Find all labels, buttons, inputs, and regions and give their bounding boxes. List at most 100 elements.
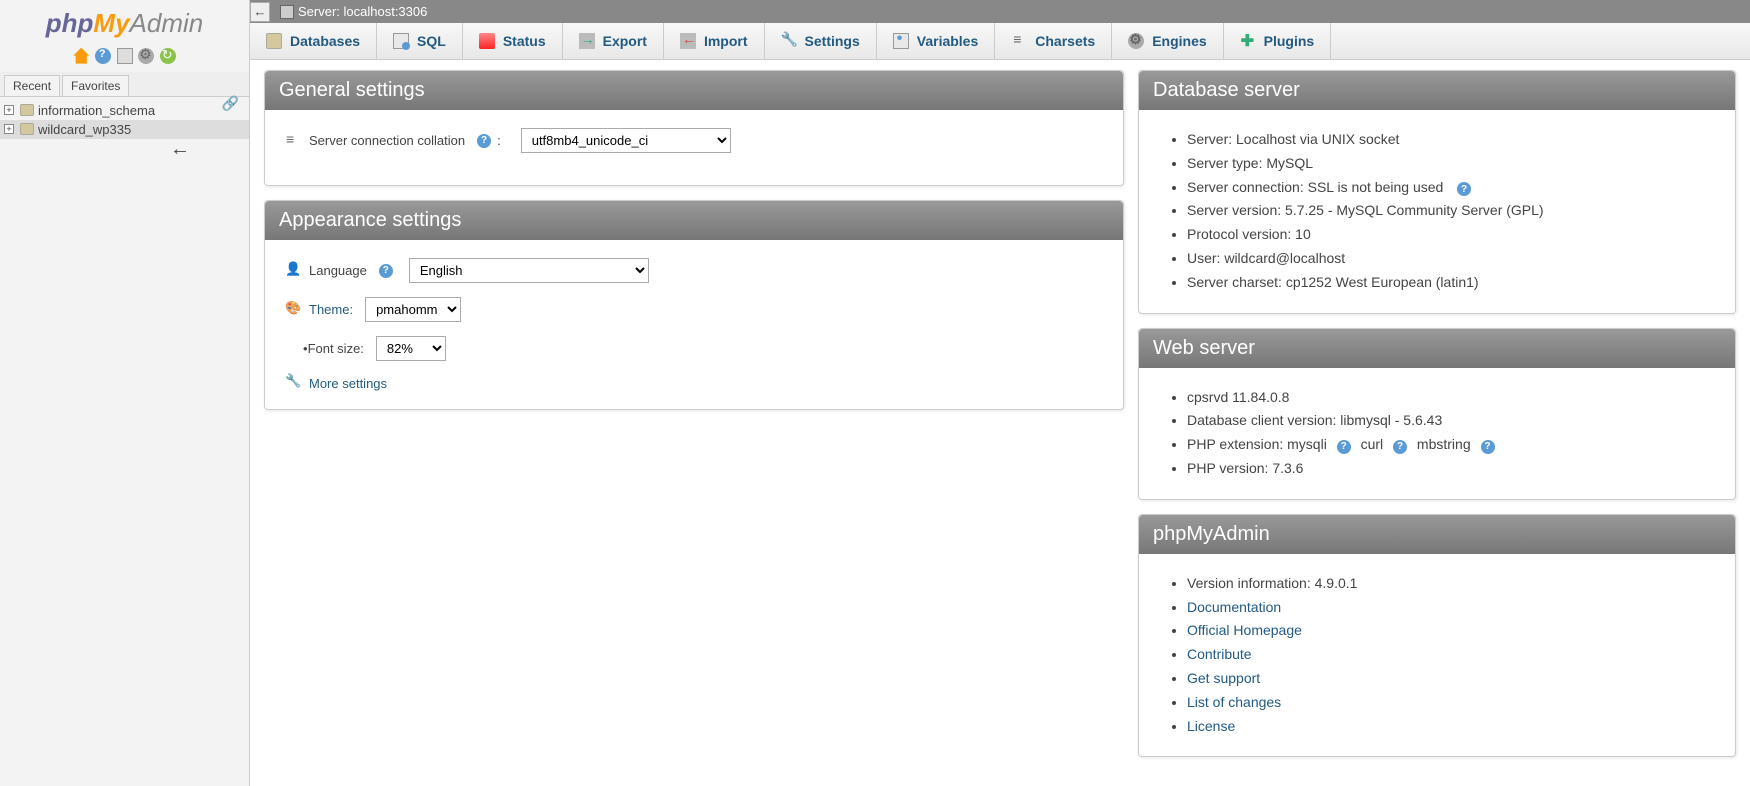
right-column: Database server Server: Localhost via UN…: [1138, 70, 1736, 771]
logo-admin: Admin: [130, 8, 204, 38]
nav-status[interactable]: Status: [463, 23, 563, 59]
nav-charsets[interactable]: Charsets: [995, 23, 1112, 59]
db-item-wildcard-wp335[interactable]: + wildcard_wp335: [0, 120, 249, 139]
sidebar: phpMyAdmin Recent Favorites 🔗 + informat…: [0, 0, 250, 786]
expand-icon[interactable]: +: [4, 124, 14, 134]
fontsize-select[interactable]: 82%: [376, 336, 446, 361]
nav-sql[interactable]: SQL: [377, 23, 463, 59]
info-item: Contribute: [1187, 643, 1715, 667]
main: ← Server: localhost:3306 Databases SQL S…: [250, 0, 1750, 786]
gear-icon: [1128, 33, 1144, 49]
info-item: Protocol version: 10: [1187, 223, 1715, 247]
export-icon: [579, 33, 595, 49]
theme-label[interactable]: Theme:: [309, 302, 353, 317]
nav-export[interactable]: Export: [563, 23, 664, 59]
help-icon[interactable]: ?: [1337, 440, 1351, 454]
db-label: information_schema: [38, 103, 155, 118]
info-item: Database client version: libmysql - 5.6.…: [1187, 409, 1715, 433]
homepage-link[interactable]: Official Homepage: [1187, 622, 1302, 638]
database-icon: [20, 104, 34, 116]
info-item: Server version: 5.7.25 - MySQL Community…: [1187, 199, 1715, 223]
info-item: List of changes: [1187, 691, 1715, 715]
help-icon[interactable]: ?: [379, 264, 393, 278]
collation-row: Server connection collation ?: utf8mb4_u…: [285, 128, 1103, 153]
info-item: Documentation: [1187, 596, 1715, 620]
variables-icon: [893, 33, 909, 49]
help-icon[interactable]: [95, 48, 111, 64]
reload-icon[interactable]: [160, 48, 176, 64]
info-item: cpsrvd 11.84.0.8: [1187, 386, 1715, 410]
charsets-icon: [1011, 33, 1027, 49]
sql-doc-icon[interactable]: [117, 48, 133, 64]
language-label: Language: [309, 263, 367, 278]
palette-icon: [285, 302, 301, 318]
logo-php: php: [46, 8, 94, 38]
panel-title: Web server: [1139, 329, 1735, 368]
breadcrumb-label: Server: localhost:3306: [298, 4, 427, 19]
info-item: PHP version: 7.3.6: [1187, 457, 1715, 481]
web-server-panel: Web server cpsrvd 11.84.0.8 Database cli…: [1138, 328, 1736, 500]
support-link[interactable]: Get support: [1187, 670, 1260, 686]
wrench-icon: [285, 375, 301, 391]
arrow-annotation-icon: ←: [170, 138, 190, 161]
nav-databases[interactable]: Databases: [250, 23, 377, 59]
general-settings-panel: General settings Server connection colla…: [264, 70, 1124, 186]
home-icon[interactable]: [73, 48, 89, 64]
collation-label: Server connection collation: [309, 133, 465, 148]
changes-link[interactable]: List of changes: [1187, 694, 1281, 710]
import-icon: [680, 33, 696, 49]
nav-plugins[interactable]: Plugins: [1224, 23, 1332, 59]
collation-select[interactable]: utf8mb4_unicode_ci: [521, 128, 731, 153]
expand-icon[interactable]: +: [4, 105, 14, 115]
phpmyadmin-panel: phpMyAdmin Version information: 4.9.0.1 …: [1138, 514, 1736, 758]
logo[interactable]: phpMyAdmin: [0, 0, 249, 43]
more-settings-link[interactable]: More settings: [285, 375, 1103, 391]
sql-icon: [393, 33, 409, 49]
help-icon[interactable]: ?: [1457, 182, 1471, 196]
database-icon: [266, 33, 282, 49]
database-list: + information_schema + wildcard_wp335: [0, 97, 249, 143]
contribute-link[interactable]: Contribute: [1187, 646, 1252, 662]
documentation-link[interactable]: Documentation: [1187, 599, 1281, 615]
appearance-settings-panel: Appearance settings Language ? English T…: [264, 200, 1124, 410]
lines-icon: [285, 133, 301, 149]
sidebar-collapse-button[interactable]: ←: [250, 2, 270, 22]
language-row: Language ? English: [285, 258, 1103, 283]
language-select[interactable]: English: [409, 258, 649, 283]
panel-title: General settings: [265, 71, 1123, 110]
db-item-information-schema[interactable]: + information_schema: [0, 101, 249, 120]
theme-row: Theme: pmahomme: [285, 297, 1103, 322]
pma-list: Version information: 4.9.0.1 Documentati…: [1187, 572, 1715, 739]
info-item: Server: Localhost via UNIX socket: [1187, 128, 1715, 152]
panel-title: Appearance settings: [265, 201, 1123, 240]
nav-variables[interactable]: Variables: [877, 23, 996, 59]
help-icon[interactable]: ?: [1393, 440, 1407, 454]
info-item: License: [1187, 715, 1715, 739]
wrench-icon: [781, 33, 797, 49]
user-icon: [285, 263, 301, 279]
tab-favorites[interactable]: Favorites: [62, 75, 129, 96]
info-item: Server connection: SSL is not being used…: [1187, 176, 1715, 200]
fontsize-row: Font size: 82%: [303, 336, 1103, 361]
settings-icon[interactable]: [138, 48, 154, 64]
theme-select[interactable]: pmahomme: [365, 297, 461, 322]
database-server-panel: Database server Server: Localhost via UN…: [1138, 70, 1736, 314]
info-item: Official Homepage: [1187, 619, 1715, 643]
link-icon[interactable]: 🔗: [222, 95, 239, 112]
server-icon: [280, 5, 294, 19]
nav-engines[interactable]: Engines: [1112, 23, 1223, 59]
info-item: PHP extension: mysqli ? curl ? mbstring …: [1187, 433, 1715, 457]
nav-settings[interactable]: Settings: [765, 23, 877, 59]
status-icon: [479, 33, 495, 49]
help-icon[interactable]: ?: [1481, 440, 1495, 454]
logo-my: My: [93, 8, 129, 38]
info-item: Get support: [1187, 667, 1715, 691]
help-icon[interactable]: ?: [477, 134, 491, 148]
breadcrumb[interactable]: Server: localhost:3306: [250, 0, 1750, 23]
license-link[interactable]: License: [1187, 718, 1235, 734]
tab-recent[interactable]: Recent: [4, 75, 60, 96]
fontsize-label: Font size:: [308, 341, 364, 356]
nav-import[interactable]: Import: [664, 23, 765, 59]
info-item: Version information: 4.9.0.1: [1187, 572, 1715, 596]
info-item: Server type: MySQL: [1187, 152, 1715, 176]
